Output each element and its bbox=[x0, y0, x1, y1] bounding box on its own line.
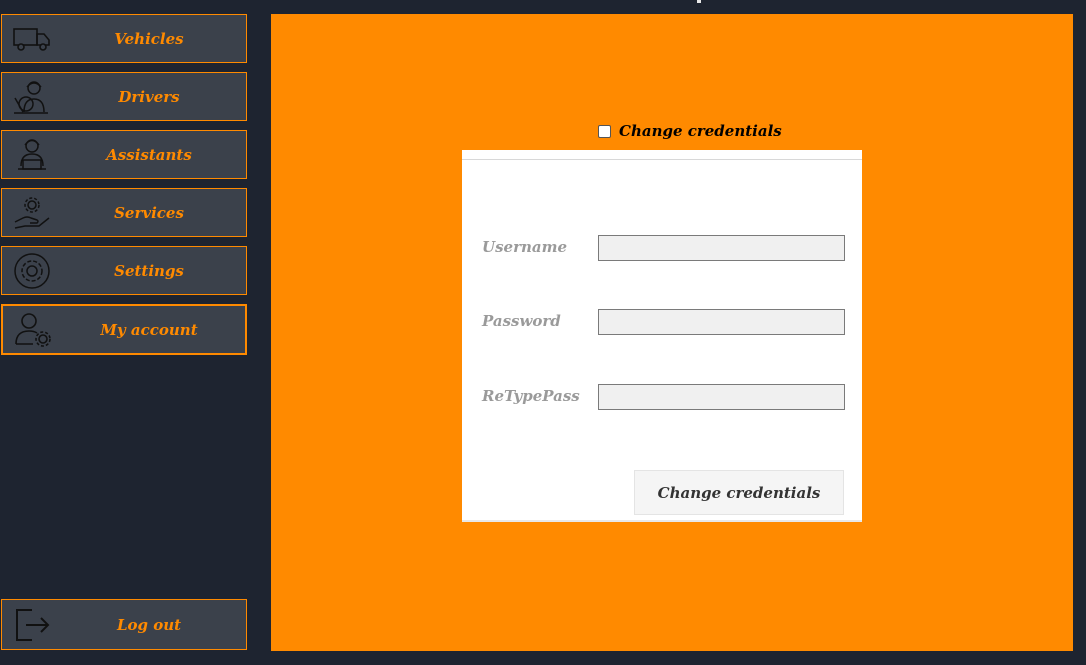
retype-password-label: ReTypePass bbox=[482, 387, 580, 405]
sidebar-item-vehicles[interactable]: Vehicles bbox=[1, 14, 247, 63]
assistant-icon bbox=[12, 135, 52, 175]
change-credentials-button[interactable]: Change credentials bbox=[634, 470, 844, 515]
password-input[interactable] bbox=[598, 309, 845, 335]
username-label: Username bbox=[482, 238, 568, 256]
settings-icon bbox=[12, 251, 52, 291]
logout-label: Log out bbox=[116, 615, 182, 634]
sidebar-item-label: Assistants bbox=[106, 145, 192, 164]
sidebar-item-settings[interactable]: Settings bbox=[1, 246, 247, 295]
sidebar-item-label: Settings bbox=[114, 261, 184, 280]
driver-icon bbox=[12, 77, 52, 117]
password-label: Password bbox=[482, 312, 561, 330]
username-input[interactable] bbox=[598, 235, 845, 261]
change-credentials-toggle[interactable]: Change credentials bbox=[598, 122, 782, 140]
panel-divider bbox=[462, 159, 862, 160]
change-credentials-checkbox-label: Change credentials bbox=[619, 122, 782, 140]
sidebar-item-drivers[interactable]: Drivers bbox=[1, 72, 247, 121]
services-icon bbox=[12, 193, 52, 233]
sidebar-item-services[interactable]: Services bbox=[1, 188, 247, 237]
sidebar-item-label: My account bbox=[100, 320, 198, 339]
window-edge-mark bbox=[697, 0, 701, 3]
truck-icon bbox=[12, 19, 52, 59]
logout-button[interactable]: Log out bbox=[1, 599, 247, 650]
retype-password-input[interactable] bbox=[598, 384, 845, 410]
credentials-panel: Username Password ReTypePass Change cred… bbox=[462, 150, 862, 522]
sidebar-item-label: Services bbox=[114, 203, 184, 222]
logout-icon bbox=[12, 605, 52, 645]
sidebar-item-label: Vehicles bbox=[114, 29, 184, 48]
user-settings-icon bbox=[13, 310, 53, 350]
sidebar-item-my-account[interactable]: My account bbox=[1, 304, 247, 355]
sidebar-item-assistants[interactable]: Assistants bbox=[1, 130, 247, 179]
change-credentials-checkbox[interactable] bbox=[598, 124, 611, 138]
sidebar-item-label: Drivers bbox=[118, 87, 180, 106]
